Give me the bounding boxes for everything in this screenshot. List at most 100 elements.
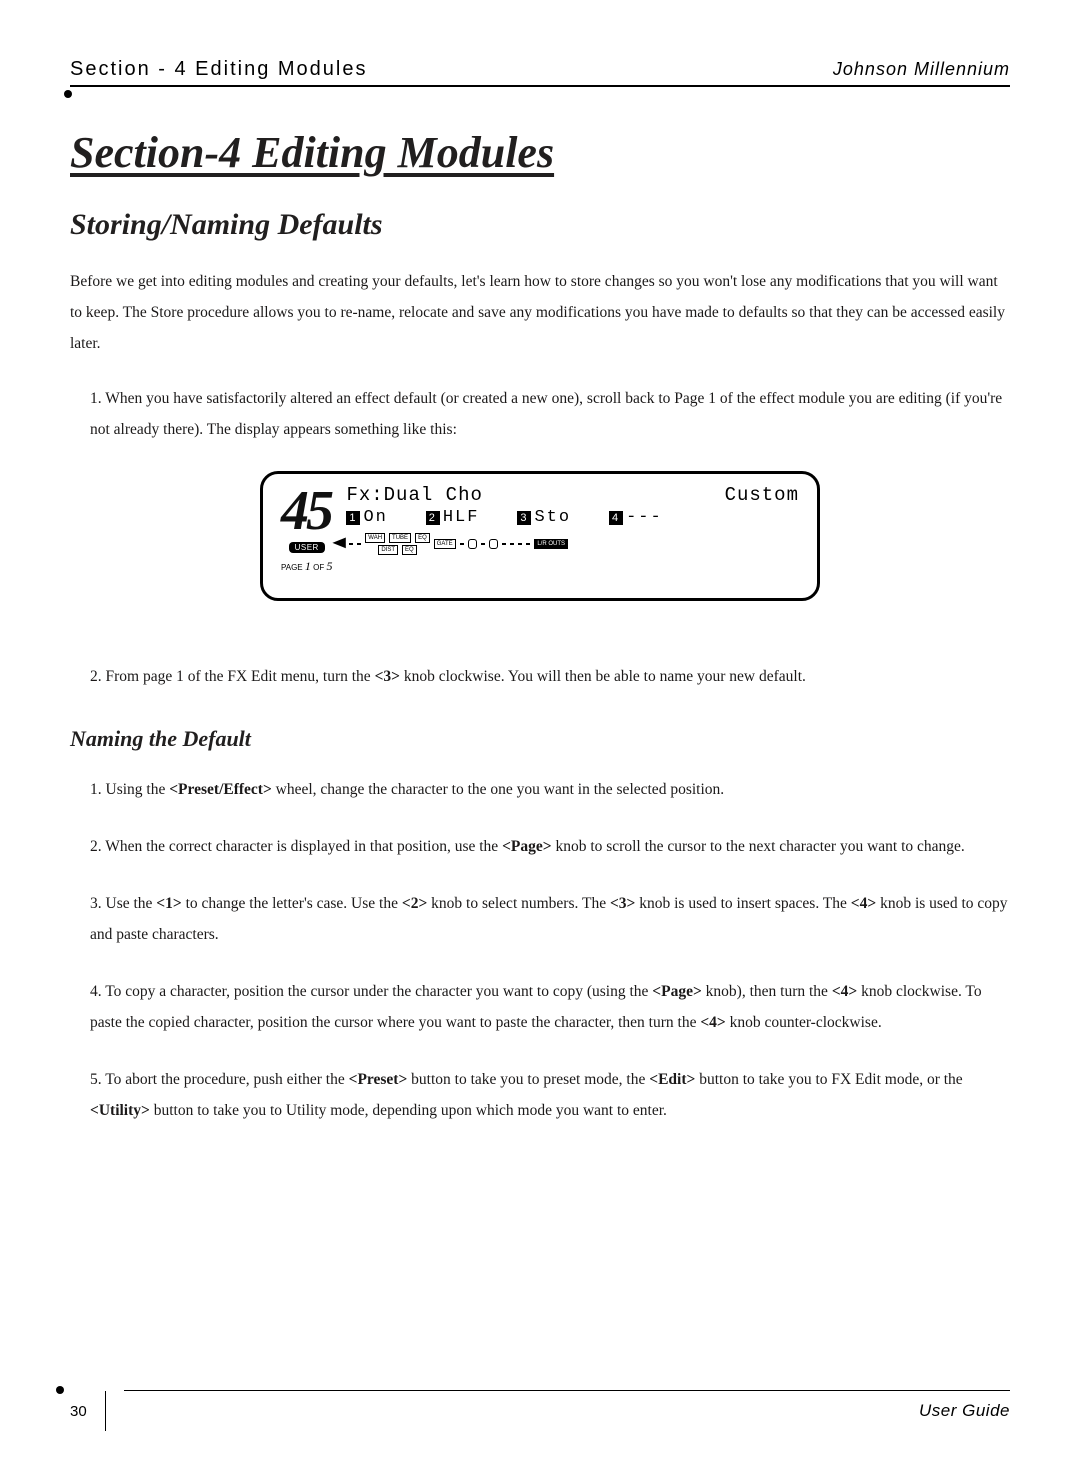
- naming-step-2: 2. When the correct character is display…: [90, 831, 1010, 862]
- edit-button: <Edit>: [649, 1071, 695, 1088]
- chain-dash: [518, 543, 522, 545]
- chain-wah: WAH: [365, 533, 385, 543]
- naming-step-3: 3. Use the <1> to change the letter's ca…: [90, 888, 1010, 950]
- jack-icon: ◄: [333, 534, 347, 554]
- user-guide-label: User Guide: [919, 1401, 1010, 1421]
- knob-4c: <4>: [700, 1014, 725, 1031]
- chain-dash: [357, 543, 361, 545]
- param-4: 4---: [609, 508, 663, 527]
- n5-d: button to take you to Utility mode, depe…: [150, 1102, 667, 1119]
- param-3-val: Sto: [534, 508, 571, 527]
- page-knob-b: <Page>: [652, 983, 702, 1000]
- naming-step-4: 4. To copy a character, position the cur…: [90, 976, 1010, 1038]
- chain-eq2: EQ: [402, 545, 417, 555]
- n1-post: wheel, change the character to the one y…: [272, 781, 724, 798]
- lcd-line-2: 1On 2HLF 3Sto 4---: [346, 508, 799, 527]
- chain-gate: GATE: [434, 539, 456, 549]
- page-knob: <Page>: [502, 838, 552, 855]
- lcd-line-1: Fx:Dual Cho Custom: [346, 484, 799, 506]
- knob-4: <4>: [851, 895, 876, 912]
- n3-c: knob to select numbers. The: [427, 895, 610, 912]
- preset-effect-wheel: <Preset/Effect>: [169, 781, 272, 798]
- page-total: 5: [326, 559, 332, 573]
- param-1-val: On: [363, 508, 387, 527]
- page-footer: 30 User Guide: [0, 1390, 1080, 1431]
- header-bullet: [64, 90, 72, 98]
- step-2-post: knob clockwise. You will then be able to…: [400, 668, 806, 685]
- chain-block: [468, 539, 477, 549]
- step-2: 2. From page 1 of the FX Edit menu, turn…: [90, 661, 1010, 692]
- param-4-val: ---: [626, 508, 663, 527]
- naming-step-5: 5. To abort the procedure, push either t…: [90, 1064, 1010, 1126]
- n4-a: 4. To copy a character, position the cur…: [90, 983, 652, 1000]
- n1-pre: 1. Using the: [90, 781, 169, 798]
- page-number: 30: [70, 1391, 106, 1431]
- storing-title: Storing/Naming Defaults: [70, 208, 1010, 242]
- knob-1: <1>: [156, 895, 181, 912]
- param-2-val: HLF: [443, 508, 480, 527]
- param-4-num: 4: [609, 511, 623, 525]
- storing-steps-2: 2. From page 1 of the FX Edit menu, turn…: [90, 661, 1010, 692]
- param-3-num: 3: [517, 511, 531, 525]
- step-2-pre: 2. From page 1 of the FX Edit menu, turn…: [90, 668, 375, 685]
- chain-eq: EQ: [415, 533, 430, 543]
- chain-dash: [510, 543, 514, 545]
- chain-dash: [526, 543, 530, 545]
- chain-dash: [502, 543, 506, 545]
- param-1: 1On: [346, 508, 387, 527]
- param-2-num: 2: [426, 511, 440, 525]
- chain-dash: [481, 543, 485, 545]
- section-title: Section-4 Editing Modules: [70, 127, 1010, 178]
- user-badge-row: USER: [281, 542, 332, 553]
- n3-a: 3. Use the: [90, 895, 156, 912]
- knob-2: <2>: [402, 895, 427, 912]
- knob-4b: <4>: [832, 983, 857, 1000]
- footer-bullet: [56, 1386, 64, 1394]
- n5-a: 5. To abort the procedure, push either t…: [90, 1071, 349, 1088]
- naming-step-1: 1. Using the <Preset/Effect> wheel, chan…: [90, 774, 1010, 805]
- page-header: Section - 4 Editing Modules Johnson Mill…: [70, 58, 1010, 87]
- intro-paragraph: Before we get into editing modules and c…: [70, 266, 1010, 359]
- chain-dash: [460, 543, 464, 545]
- n2-post: knob to scroll the cursor to the next ch…: [552, 838, 965, 855]
- footer-rule: [124, 1390, 1010, 1391]
- knob-3b: <3>: [610, 895, 635, 912]
- lcd-display: 45 USER PAGE 1 OF 5 Fx:Dual Cho Custom 1…: [260, 471, 820, 601]
- chain-block: [489, 539, 498, 549]
- knob-3: <3>: [375, 668, 400, 685]
- storing-steps: 1. When you have satisfactorily altered …: [90, 383, 1010, 445]
- page-current: 1: [305, 559, 311, 573]
- signal-chain: ◄ WAH TUBE EQ DIST EQ GATE: [334, 533, 799, 555]
- lcd-display-figure: 45 USER PAGE 1 OF 5 Fx:Dual Cho Custom 1…: [70, 471, 1010, 601]
- lcd-left-block: 45 USER PAGE 1 OF 5: [281, 484, 332, 592]
- chain-stack-1: WAH TUBE EQ DIST EQ: [365, 533, 429, 555]
- param-1-num: 1: [346, 511, 360, 525]
- chain-dash: [349, 543, 353, 545]
- page-indicator: PAGE 1 OF 5: [281, 559, 332, 574]
- preset-button: <Preset>: [349, 1071, 408, 1088]
- fx-name: Fx:Dual Cho: [346, 484, 482, 506]
- preset-number: 45: [281, 484, 332, 536]
- chain-dist: DIST: [378, 545, 398, 555]
- lcd-right-block: Fx:Dual Cho Custom 1On 2HLF 3Sto 4--- ◄ …: [346, 484, 799, 592]
- naming-steps: 1. Using the <Preset/Effect> wheel, chan…: [90, 774, 1010, 1126]
- n2-pre: 2. When the correct character is display…: [90, 838, 502, 855]
- fx-custom: Custom: [725, 484, 799, 506]
- page-of: OF: [313, 563, 324, 572]
- step-1: 1. When you have satisfactorily altered …: [90, 383, 1010, 445]
- chain-outs: L/R OUTS: [534, 539, 568, 549]
- n4-b: knob), then turn the: [702, 983, 832, 1000]
- n5-c: button to take you to FX Edit mode, or t…: [695, 1071, 962, 1088]
- user-badge: USER: [289, 542, 325, 553]
- utility-button: <Utility>: [90, 1102, 150, 1119]
- n4-d: knob counter-clockwise.: [726, 1014, 882, 1031]
- param-2: 2HLF: [426, 508, 480, 527]
- n3-d: knob is used to insert spaces. The: [635, 895, 850, 912]
- param-3: 3Sto: [517, 508, 571, 527]
- naming-title: Naming the Default: [70, 726, 1010, 752]
- n3-b: to change the letter's case. Use the: [182, 895, 402, 912]
- page-word: PAGE: [281, 563, 303, 572]
- n5-b: button to take you to preset mode, the: [407, 1071, 649, 1088]
- chain-tube: TUBE: [389, 533, 411, 543]
- header-left: Section - 4 Editing Modules: [70, 58, 367, 81]
